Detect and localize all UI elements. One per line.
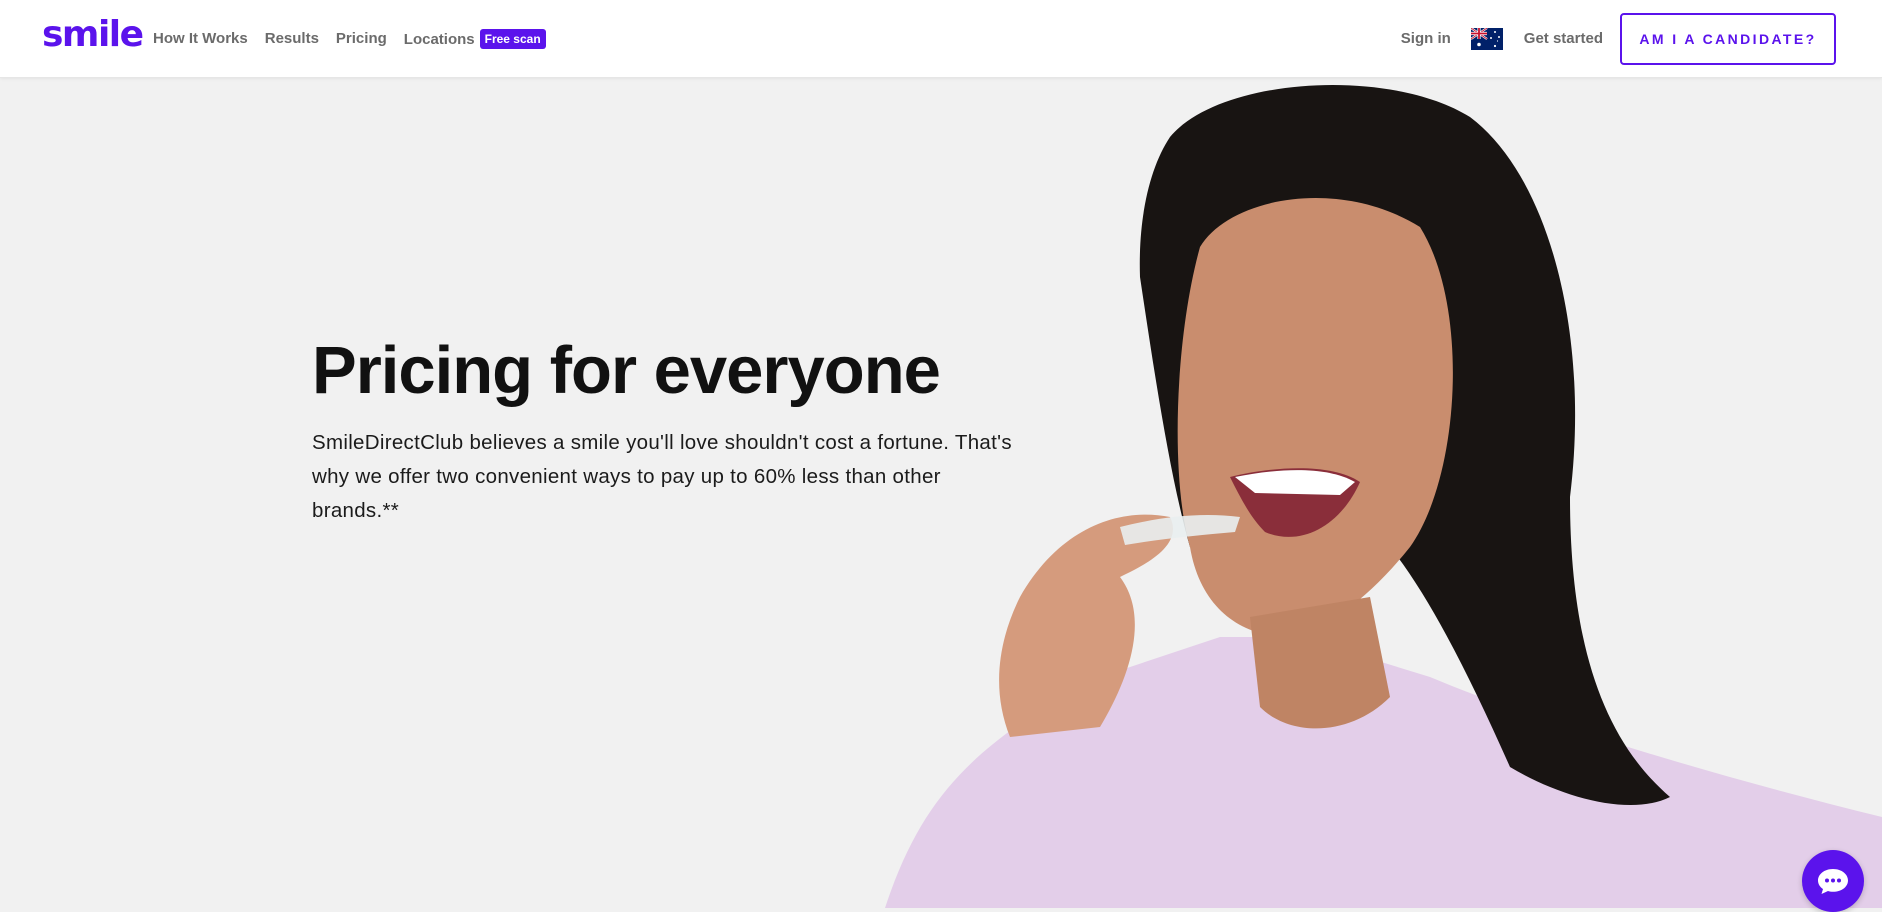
am-i-a-candidate-button[interactable]: AM I A CANDIDATE?	[1620, 12, 1836, 65]
sign-in-link[interactable]: Sign in	[1401, 30, 1451, 47]
nav-locations[interactable]: Locations Free scan	[403, 28, 546, 49]
neck-shape	[1250, 597, 1390, 729]
nav-results[interactable]: Results	[265, 30, 319, 47]
smile-logo[interactable]: smile	[42, 14, 144, 55]
get-started-link[interactable]: Get started	[1524, 30, 1603, 47]
nav-how-it-works[interactable]: How It Works	[153, 30, 248, 47]
site-header: smile How It Works Results Pricing Locat…	[0, 0, 1882, 78]
union-jack	[1470, 27, 1488, 40]
header-actions: Sign in Get started AM I A CANDIDATE?	[1401, 0, 1836, 77]
australia-flag-icon[interactable]	[1470, 27, 1503, 50]
nav-locations-label: Locations	[403, 30, 475, 48]
chat-button[interactable]	[1802, 850, 1864, 912]
page-title: Pricing for everyone	[312, 333, 941, 408]
free-scan-badge: Free scan	[479, 28, 546, 49]
chat-bubble-icon	[1818, 869, 1848, 894]
main-nav: How It Works Results Pricing Locations Fr…	[153, 0, 546, 77]
nav-pricing[interactable]: Pricing	[336, 30, 387, 47]
woman-holding-clear-aligner-photo	[885, 84, 1882, 908]
